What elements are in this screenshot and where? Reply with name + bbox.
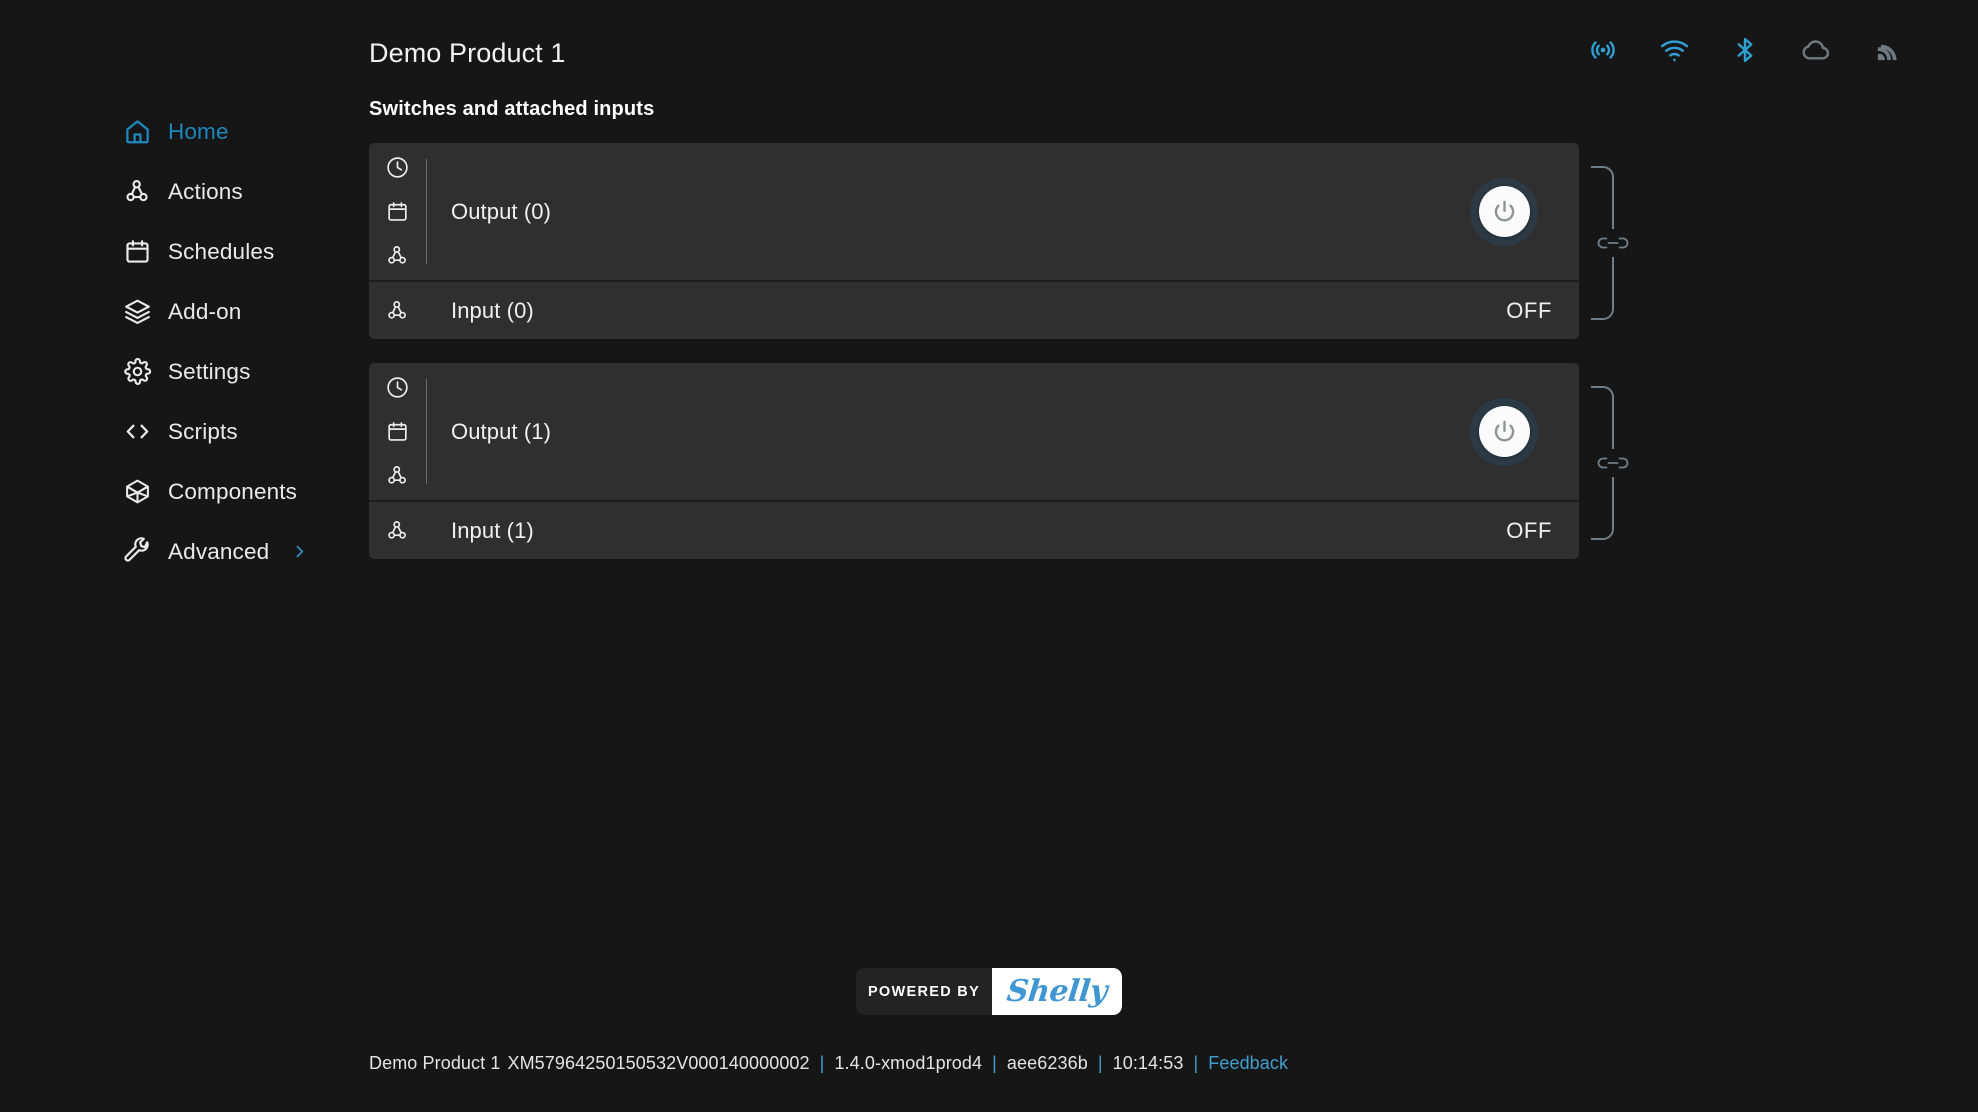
sidebar-item-label: Settings [168,359,251,385]
top-bar: Demo Product 1 [0,0,1978,98]
input-label: Input (1) [451,518,534,544]
webhook-icon [122,177,152,207]
power-toggle-button[interactable] [1470,178,1538,246]
powered-by-label: POWERED BY [856,968,992,1015]
sidebar-item-add-on[interactable]: Add-on [0,290,369,333]
footer-separator: | [820,1053,825,1074]
sidebar-item-scripts[interactable]: Scripts [0,410,369,453]
status-icon-group [1586,33,1904,67]
power-toggle-button[interactable] [1470,398,1538,466]
switch-card-list: Output (0) [369,143,1978,559]
webhook-icon[interactable] [385,243,411,268]
clock-icon[interactable] [385,375,411,400]
output-body: Output (1) [427,363,1429,500]
input-label: Input (0) [451,298,534,324]
footer-build-hash: aee6236b [1007,1053,1088,1074]
sidebar-item-label: Advanced [168,539,269,565]
wifi-icon[interactable] [1657,33,1691,67]
input-body: Input (0) [427,298,1506,324]
footer: POWERED BY Shelly Demo Product 1 XM57964… [0,968,1978,1112]
input-icon-rail [369,298,426,324]
webhook-icon[interactable] [385,518,411,544]
footer-device-id: XM57964250150532V000140000002 [507,1053,809,1074]
wrench-icon [122,537,152,567]
footer-firmware-version: 1.4.0-xmod1prod4 [834,1053,982,1074]
page-title: Demo Product 1 [369,38,566,69]
power-knob [1479,406,1530,457]
shelly-wordmark: Shelly [1005,974,1108,1009]
output-label: Output (1) [451,419,551,445]
code-brackets-icon [122,417,152,447]
input-row: Input (1) OFF [369,502,1579,559]
output-row: Output (1) [369,363,1579,502]
cloud-icon[interactable] [1799,33,1833,67]
switch-card-body: Output (0) [369,143,1579,339]
sidebar-item-label: Home [168,119,229,145]
calendar-icon [122,237,152,267]
main-content: Switches and attached inputs [369,98,1978,583]
switch-card: Output (0) [369,143,1579,339]
feedback-link[interactable]: Feedback [1208,1053,1288,1074]
output-body: Output (0) [427,143,1429,280]
gear-icon [122,357,152,387]
sidebar-nav: Home Actions [0,98,369,590]
input-state-value: OFF [1506,298,1579,324]
power-knob [1479,186,1530,237]
input-row: Input (0) OFF [369,282,1579,339]
output-icon-rail [369,143,426,280]
section-title: Switches and attached inputs [369,98,1978,121]
sidebar-item-components[interactable]: Components [0,470,369,513]
shelly-logo: Shelly [992,968,1122,1015]
sidebar-item-advanced[interactable]: Advanced [0,530,369,573]
footer-time: 10:14:53 [1113,1053,1184,1074]
layers-icon [122,297,152,327]
switch-card: Output (1) [369,363,1579,559]
output-row: Output (0) [369,143,1579,282]
sidebar-item-label: Add-on [168,299,241,325]
sidebar-item-schedules[interactable]: Schedules [0,230,369,273]
sidebar-item-label: Scripts [168,419,238,445]
footer-device-name: Demo Product 1 [369,1053,500,1074]
power-zone [1429,143,1579,280]
switch-card-body: Output (1) [369,363,1579,559]
footer-separator: | [1193,1053,1198,1074]
input-output-link-bracket [1587,383,1631,543]
input-output-link-bracket [1587,163,1631,323]
sidebar-item-actions[interactable]: Actions [0,170,369,213]
calendar-icon[interactable] [385,199,411,224]
link-icon [1599,459,1628,468]
sidebar-item-label: Components [168,479,297,505]
mqtt-icon[interactable] [1870,33,1904,67]
powered-by-shelly-badge: POWERED BY Shelly [856,968,1122,1015]
footer-separator: | [992,1053,997,1074]
clock-icon[interactable] [385,155,411,180]
sidebar-item-home[interactable]: Home [0,110,369,153]
sidebar-item-settings[interactable]: Settings [0,350,369,393]
device-web-ui: Demo Product 1 [0,0,1978,1112]
bluetooth-icon[interactable] [1728,33,1762,67]
link-icon [1599,239,1628,248]
webhook-icon[interactable] [385,463,411,488]
power-zone [1429,363,1579,500]
input-icon-rail [369,518,426,544]
input-body: Input (1) [427,518,1506,544]
sidebar-item-label: Actions [168,179,243,205]
footer-separator: | [1098,1053,1103,1074]
output-label: Output (0) [451,199,551,225]
footer-info-line: Demo Product 1 XM57964250150532V00014000… [0,1053,1978,1074]
output-icon-rail [369,363,426,500]
sidebar-item-label: Schedules [168,239,274,265]
calendar-icon[interactable] [385,419,411,444]
home-icon [122,117,152,147]
input-state-value: OFF [1506,518,1579,544]
chevron-right-icon [291,543,308,560]
cube-icon [122,477,152,507]
access-point-icon[interactable] [1586,33,1620,67]
webhook-icon[interactable] [385,298,411,324]
